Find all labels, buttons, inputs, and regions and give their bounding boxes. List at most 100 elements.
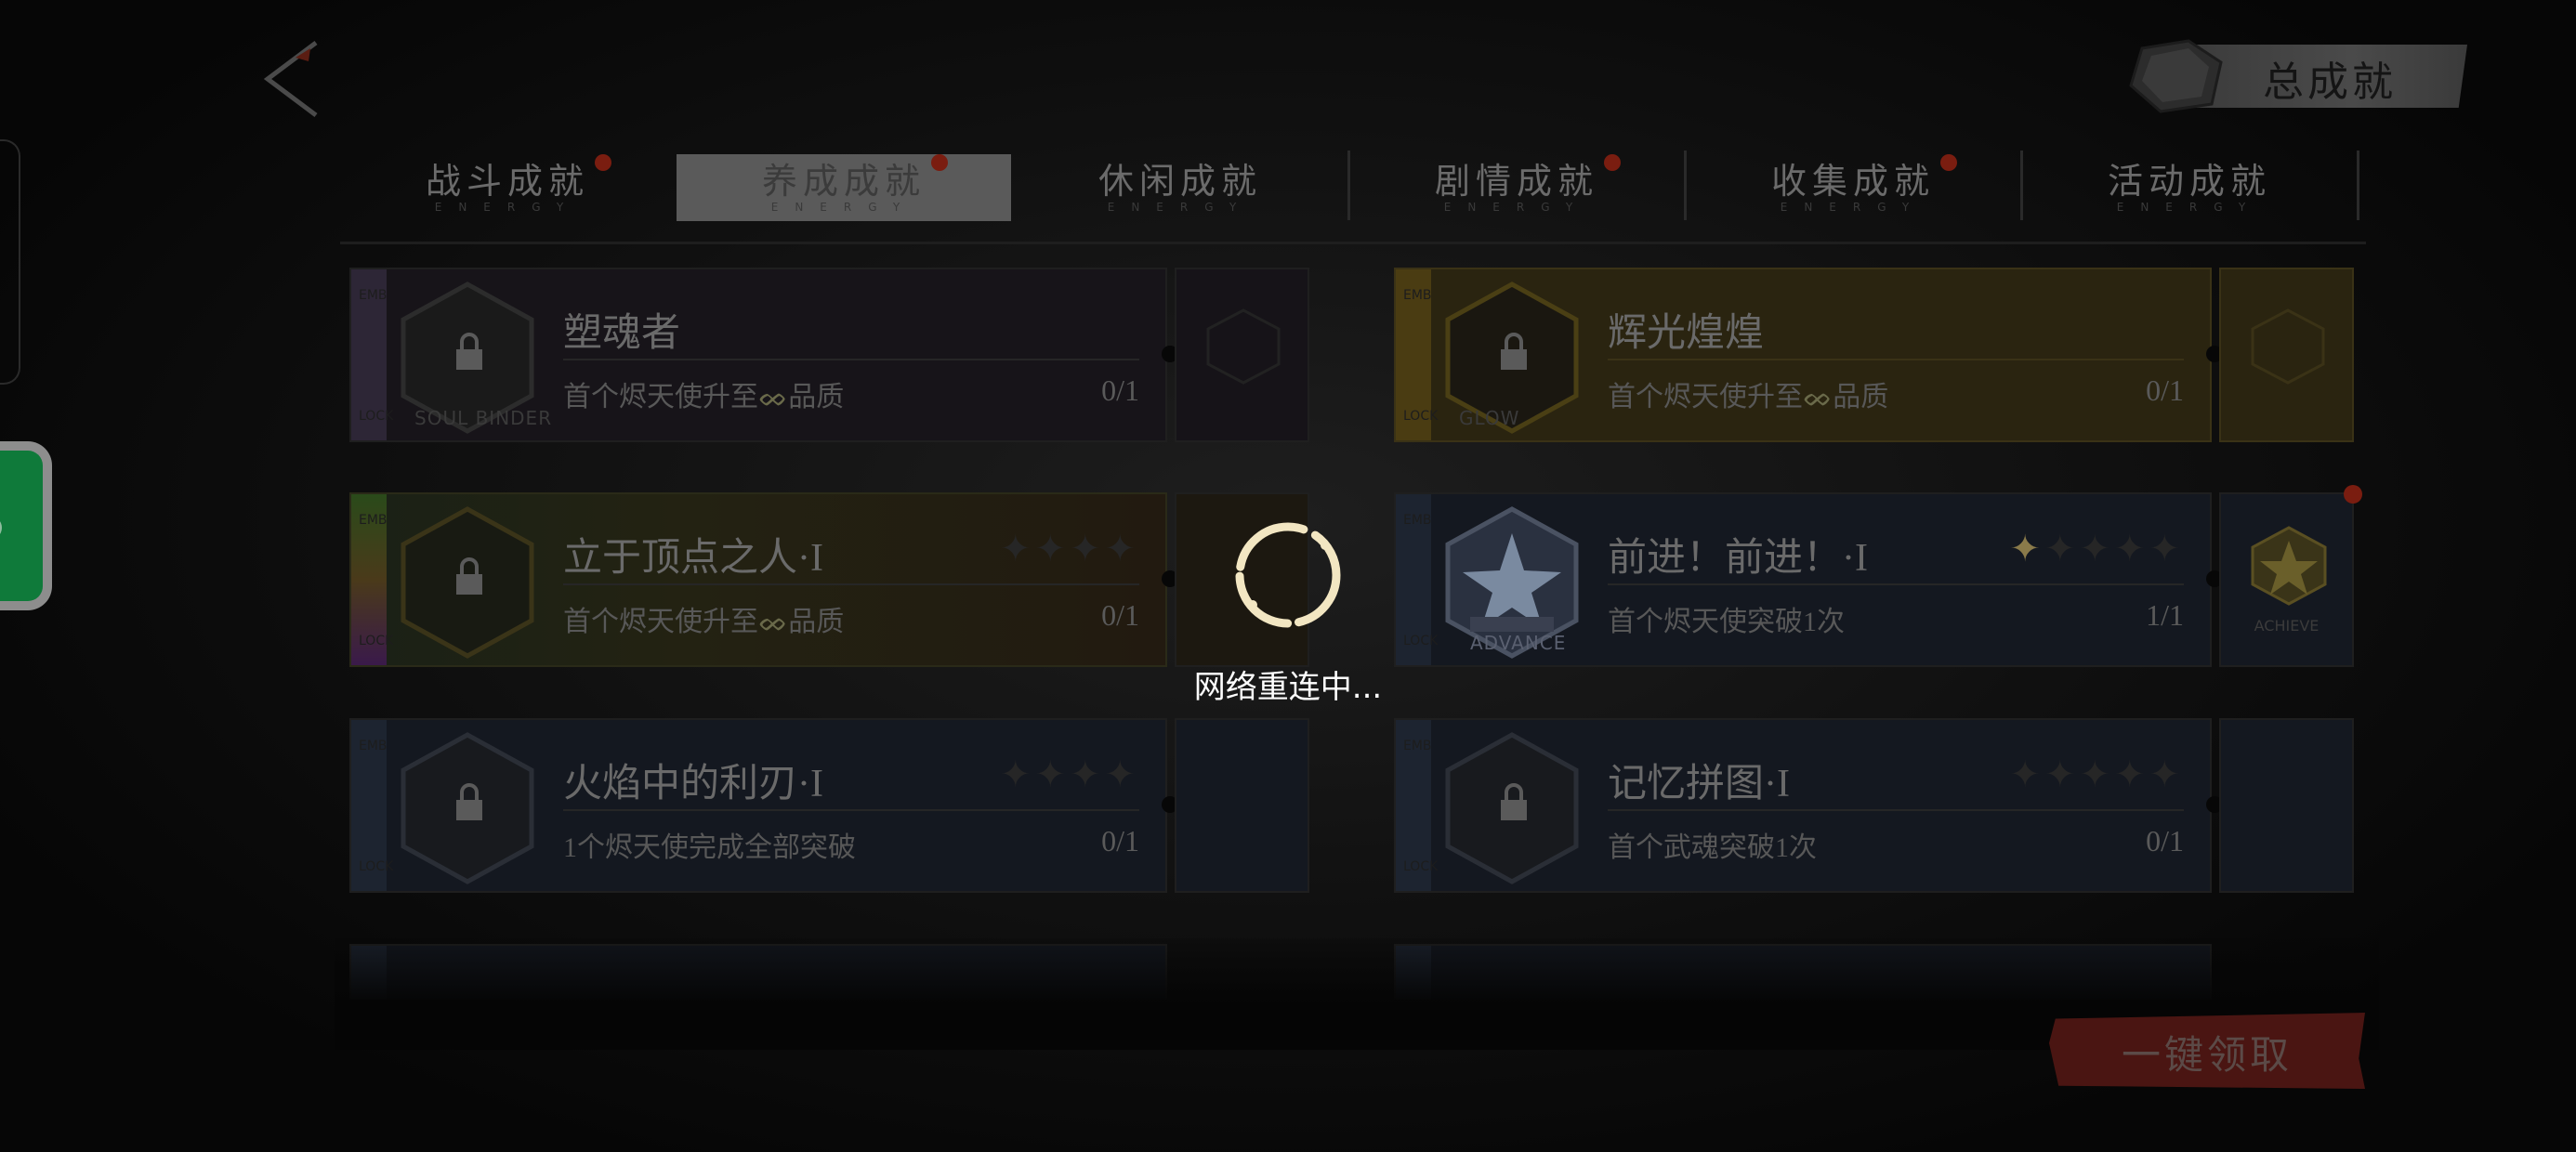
divider [1608, 359, 2184, 360]
achievement-progress: 0/1 [1101, 824, 1139, 857]
achievement-description: 首个烬天使升至ᨖ品质 [563, 607, 845, 637]
lock-icon [1501, 333, 1527, 370]
achievement-description: 1个烬天使完成全部突破 [563, 832, 856, 863]
side-panel-edge[interactable] [0, 139, 20, 385]
tab-underline [340, 242, 2366, 244]
star-icon: ✦ [2009, 753, 2044, 796]
achievement-title: 塑魂者 [563, 312, 681, 355]
divider [1608, 583, 2184, 585]
notification-dot-icon [1604, 154, 1621, 171]
reward-slot[interactable]: ACHIEVE [2219, 492, 2354, 667]
lock-icon [456, 783, 482, 820]
tab-sub: ENERGY [434, 201, 581, 214]
star-icon: ✦ [999, 528, 1035, 570]
star-icon: ✦ [2079, 753, 2114, 796]
medal-caption: ADVANCE [1470, 632, 1567, 654]
star-rating: ✦✦✦✦ [1000, 753, 1139, 796]
medal-caption: GLOW [1459, 407, 1520, 429]
star-icon: ✦ [2149, 528, 2184, 570]
card-stripe: EMB LOCK [1396, 269, 1438, 440]
reward-slot[interactable] [2219, 718, 2354, 893]
achievement-progress: 0/1 [2146, 824, 2184, 857]
achievement-card[interactable]: EMB LOCK 记忆拼图·I ✦✦✦✦✦ 首个武魂突破1次 0/1 [1394, 718, 2212, 893]
achievement-progress: 0/1 [1101, 373, 1139, 407]
reward-star-badge-icon [2251, 308, 2325, 385]
back-arrow-icon[interactable] [251, 37, 335, 121]
achievement-card[interactable]: EMB LOCK 立于顶点之人·I ✦✦✦✦ 首个烬天使升至ᨖ品质 0/1 [349, 492, 1167, 667]
achievement-description: 首个烬天使升至ᨖ品质 [1608, 382, 1889, 412]
achievement-description: 首个烬天使升至ᨖ品质 [563, 382, 845, 412]
achievement-progress: 0/1 [1101, 598, 1139, 632]
divider [563, 583, 1139, 585]
notification-dot-icon [931, 154, 948, 171]
tab-sub: ENERGY [1443, 201, 1590, 214]
notification-dot-icon [2344, 485, 2362, 504]
star-icon: ✦ [1104, 753, 1139, 796]
star-icon: ✦ [2044, 528, 2080, 570]
star-icon: ✦ [1069, 753, 1105, 796]
reward-slot[interactable] [2219, 268, 2354, 442]
star-rating: ✦✦✦✦✦ [2009, 753, 2184, 796]
tab-sub: ENERGY [2116, 201, 2263, 214]
lock-icon [1501, 783, 1527, 820]
lock-icon [456, 333, 482, 370]
card-stripe: EMB LOCK [1396, 494, 1438, 665]
reward-slot[interactable] [1175, 268, 1309, 442]
star-rating: ✦✦✦✦ [1000, 528, 1139, 570]
achievement-title: 记忆拼图·I [1608, 763, 1790, 805]
reward-slot[interactable] [1175, 718, 1309, 893]
tab-combat[interactable]: 战斗成就 ENERGY [340, 154, 675, 221]
achievement-title: 辉光煌煌 [1608, 312, 1765, 355]
star-icon: ✦ [1104, 528, 1139, 570]
flame-quality-icon: ᨖ [1803, 382, 1833, 412]
star-rating: ✦✦✦✦✦ [2009, 528, 2184, 570]
star-icon: ✦ [1034, 528, 1070, 570]
chat-icon [0, 516, 2, 540]
tab-growth[interactable]: 养成成就 ENERGY [677, 154, 1011, 221]
star-icon: ✦ [999, 753, 1035, 796]
flame-quality-icon: ᨖ [758, 382, 789, 412]
notification-dot-icon [1940, 154, 1957, 171]
tab-leisure[interactable]: 休闲成就 ENERGY [1013, 154, 1347, 221]
achievement-title: 前进！前进！·I [1608, 537, 1868, 580]
achieve-star-badge-icon [2251, 526, 2327, 606]
divider [563, 809, 1139, 811]
achievement-progress: 1/1 [2146, 598, 2184, 632]
tab-sub: ENERGY [770, 201, 917, 214]
card-stripe: EMB LOCK [351, 720, 393, 891]
star-icon: ✦ [2113, 528, 2149, 570]
dice-emblem-icon [2129, 39, 2223, 113]
claim-all-button[interactable]: 一键领取 [2049, 1013, 2365, 1089]
divider [563, 359, 1139, 360]
total-achievement-button[interactable]: 总成就 [2123, 39, 2472, 113]
tab-event[interactable]: 活动成就 ENERGY [2022, 154, 2357, 221]
achievement-title: 火焰中的利刃·I [563, 763, 823, 805]
star-icon: ✦ [2044, 753, 2080, 796]
lock-icon [456, 557, 482, 595]
medal-caption: SOUL BINDER [414, 407, 553, 429]
tab-collection[interactable]: 收集成就 ENERGY [1686, 154, 2020, 221]
star-icon: ✦ [2113, 753, 2149, 796]
card-stripe: EMB LOCK [351, 494, 393, 665]
tab-sub: ENERGY [1780, 201, 1926, 214]
tab-sub: ENERGY [1107, 201, 1254, 214]
achievement-progress: 0/1 [2146, 373, 2184, 407]
flame-quality-icon: ᨖ [758, 607, 789, 637]
reward-caption: ACHIEVE [2254, 617, 2320, 635]
achievement-title: 立于顶点之人·I [563, 537, 823, 580]
notification-dot-icon [595, 154, 611, 171]
achievement-card[interactable]: EMB LOCK 火焰中的利刃·I ✦✦✦✦ 1个烬天使完成全部突破 0/1 [349, 718, 1167, 893]
star-icon: ✦ [1034, 753, 1070, 796]
star-icon: ✦ [1069, 528, 1105, 570]
card-stripe: EMB LOCK [351, 269, 393, 440]
star-icon: ✦ [2149, 753, 2184, 796]
achievement-card[interactable]: EMB LOCK ADVANCE 前进！前进！·I ✦✦✦✦✦ 首个烬天使突破1次… [1394, 492, 2212, 667]
achievement-description: 首个烬天使突破1次 [1608, 607, 1845, 637]
loading-spinner-icon [1235, 522, 1341, 628]
star-icon: ✦ [2079, 528, 2114, 570]
achievement-card[interactable]: EMB LOCK SOUL BINDER 塑魂者 首个烬天使升至ᨖ品质 0/1 [349, 268, 1167, 442]
achievement-card[interactable]: EMB LOCK GLOW 辉光煌煌 首个烬天使升至ᨖ品质 0/1 [1394, 268, 2212, 442]
chat-floating-button[interactable] [0, 441, 52, 610]
reward-star-badge-icon [1206, 308, 1281, 385]
tab-story[interactable]: 剧情成就 ENERGY [1349, 154, 1684, 221]
